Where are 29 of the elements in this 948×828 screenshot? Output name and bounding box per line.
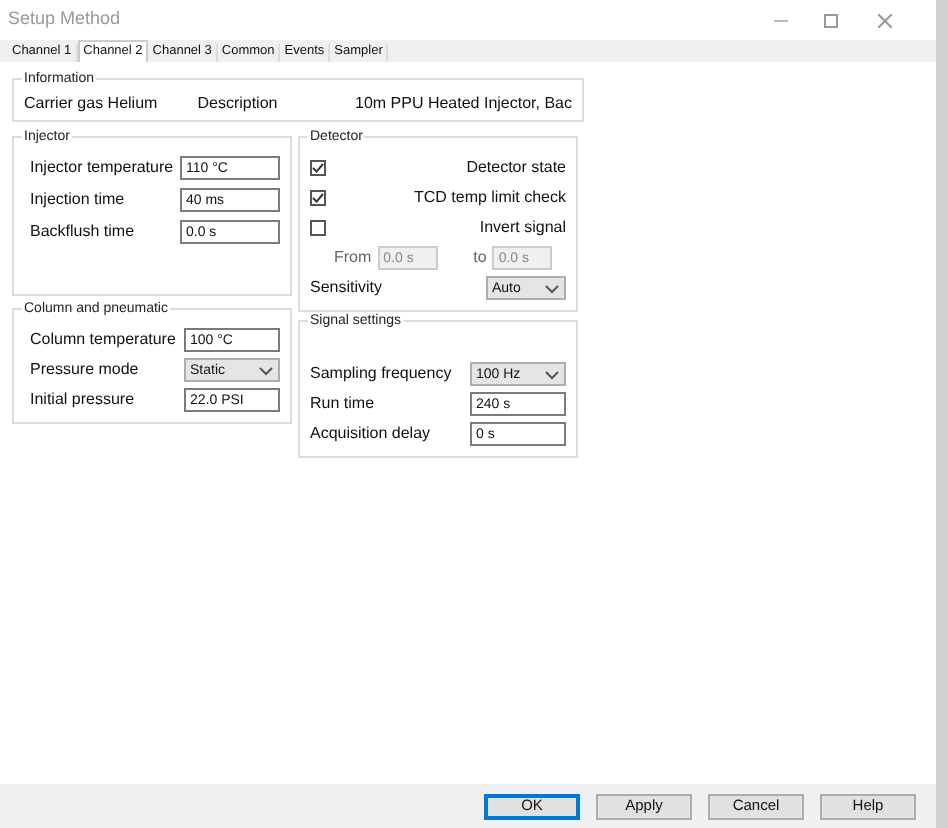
field-label: Acquisition delay [310, 422, 431, 446]
field-label: Sensitivity [310, 276, 383, 300]
checkmark-icon [312, 192, 324, 204]
field-label: Injector temperature [30, 156, 174, 180]
checkbox-label: Invert signal [479, 216, 566, 240]
field-label: Run time [310, 392, 375, 416]
window-title: Setup Method [8, 6, 121, 33]
field-label: Initial pressure [30, 388, 135, 412]
field-label: Backflush time [30, 220, 135, 244]
checkbox[interactable] [310, 220, 326, 236]
field-label: Column temperature [30, 328, 176, 352]
checkbox-label: TCD temp limit check [413, 186, 566, 210]
description-label: Description [197, 92, 280, 116]
field-label: Injection time [30, 188, 125, 212]
caret-icon [544, 369, 560, 379]
caret-icon [544, 283, 560, 293]
field-label: Sampling frequency [310, 362, 452, 386]
checkbox[interactable] [310, 190, 326, 206]
checkmark-icon [312, 162, 324, 174]
checkbox-label: Detector state [466, 156, 566, 180]
from-label: From [334, 246, 372, 270]
maximize-icon[interactable] [824, 13, 838, 27]
caret-icon [258, 365, 274, 375]
checkbox[interactable] [310, 160, 326, 176]
field-label: Pressure mode [30, 358, 139, 382]
close-icon[interactable] [878, 13, 892, 27]
to-label: to [473, 246, 487, 270]
description-text: 10m PPU Heated Injector, Bac [355, 92, 572, 116]
carrier-gas-label: Carrier gas Helium [24, 92, 160, 116]
